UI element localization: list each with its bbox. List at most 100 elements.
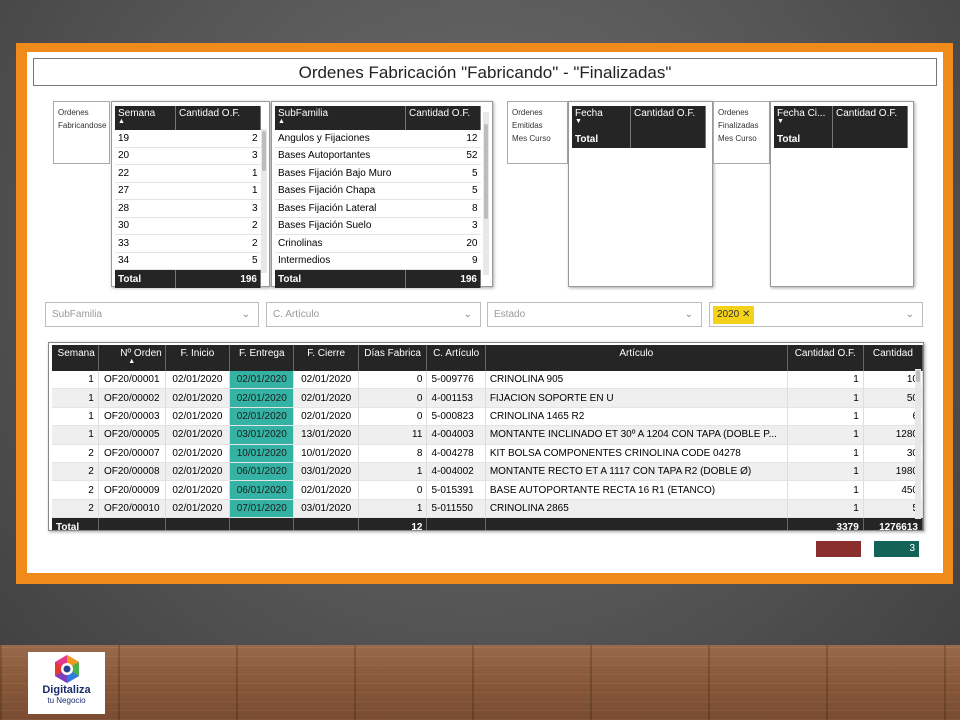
column-header-cantidad-of[interactable]: Cantidad O.F. <box>405 106 481 130</box>
estado-slicer[interactable]: Estado ⌄ <box>487 302 702 327</box>
fecha-entrega-cell: 06/01/2020 <box>229 462 295 482</box>
dias-fabrica-cell: 1 <box>358 462 428 482</box>
table-row[interactable]: Bases Fijación Chapa 5 <box>275 182 481 200</box>
semana-cell: 1 <box>52 371 99 390</box>
articulo-cell: CRINOLINA 1465 R2 <box>485 407 788 427</box>
fecha-cierre-cell: 02/01/2020 <box>293 407 359 427</box>
year-slicer[interactable]: 2020 ✕ ⌄ <box>709 302 923 327</box>
table-row[interactable]: 2 OF20/00010 02/01/2020 07/01/2020 03/01/202… <box>52 499 923 519</box>
table-row[interactable]: Bases Fijación Bajo Muro 5 <box>275 164 481 183</box>
table-row[interactable]: Intermedios 9 <box>275 252 481 270</box>
cantidad-cell: 9 <box>405 252 481 270</box>
total-cantidad: 1276613 <box>863 517 923 530</box>
articulo-cell: MONTANTE RECTO ET A 1117 CON TAPA R2 (DO… <box>485 462 788 482</box>
digitaliza-logo: Digitaliza tu Negocio <box>28 652 105 714</box>
orders-table-scrollbar[interactable] <box>915 369 921 519</box>
column-header-subfamilia[interactable]: SubFamilia ▲ <box>275 106 406 130</box>
codigo-articulo-cell: 5-009776 <box>426 371 486 390</box>
table-row[interactable]: 33 2 <box>115 234 261 253</box>
total-value <box>832 130 908 148</box>
cantidad-of-cell: 1 <box>787 425 864 445</box>
cantidad-cell: 50 <box>863 388 923 408</box>
column-header-codigo-articulo[interactable]: C. Artículo <box>426 345 486 371</box>
column-header-cantidad-of[interactable]: Cantidad O.F. <box>832 106 908 130</box>
wooden-floor-background <box>0 645 960 720</box>
table-row[interactable]: Bases Autoportantes 52 <box>275 147 481 165</box>
total-label: Total <box>275 269 406 288</box>
fecha-cierre-cell: 10/01/2020 <box>293 444 359 463</box>
numero-orden-cell: OF20/00005 <box>98 425 166 445</box>
cantidad-cell: 2 <box>175 234 261 253</box>
subfamilia-cell: Intermedios <box>275 252 406 270</box>
column-header-cantidad[interactable]: Cantidad <box>863 345 923 371</box>
column-header-cantidad-of[interactable]: Cantidad O.F. <box>175 106 261 130</box>
column-header-cantidad-of[interactable]: Cantidad O.F. <box>630 106 706 130</box>
table-row[interactable]: 28 3 <box>115 199 261 218</box>
table-row[interactable]: 2 OF20/00007 02/01/2020 10/01/2020 10/01/202… <box>52 444 923 463</box>
table-row[interactable]: 34 5 <box>115 252 261 270</box>
fecha-entrega-cell: 02/01/2020 <box>229 371 295 390</box>
dias-fabrica-cell: 0 <box>358 371 428 390</box>
articulo-cell: FIJACION SOPORTE EN U <box>485 388 788 408</box>
table-row[interactable]: 2 OF20/00008 02/01/2020 06/01/2020 03/01/202… <box>52 462 923 482</box>
column-header-dias-fabrica[interactable]: Días Fabrica <box>358 345 428 371</box>
subfamilia-cell: Bases Fijación Bajo Muro <box>275 164 406 183</box>
subfamilia-cell: Bases Autoportantes <box>275 147 406 165</box>
column-header-articulo[interactable]: Artículo <box>485 345 788 371</box>
column-header-fecha-inicio[interactable]: F. Inicio <box>165 345 231 371</box>
semana-table-panel: Semana ▲ Cantidad O.F. 19 2 20 3 22 1 27 1 28 3 30 2… <box>111 101 270 288</box>
semana-cell: 34 <box>115 252 176 270</box>
column-header-fecha-entrega[interactable]: F. Entrega <box>229 345 295 371</box>
chevron-down-icon: ⌄ <box>241 309 250 320</box>
table-row[interactable]: 22 1 <box>115 164 261 183</box>
subfamilia-slicer[interactable]: SubFamilia ⌄ <box>45 302 259 327</box>
subfamilia-cell: Crinolinas <box>275 234 406 253</box>
total-label: Total <box>774 130 833 148</box>
year-filter-chip[interactable]: 2020 ✕ <box>713 306 755 324</box>
table-row[interactable]: Angulos y Fijaciones 12 <box>275 130 481 148</box>
subfamilia-scrollbar[interactable] <box>483 112 489 275</box>
dias-fabrica-cell: 0 <box>358 407 428 427</box>
cantidad-cell: 1280 <box>863 425 923 445</box>
column-header-fecha-cierre[interactable]: Fecha Ci... ▼ <box>774 106 833 130</box>
table-row[interactable]: 2 OF20/00009 02/01/2020 06/01/2020 02/01/202… <box>52 480 923 500</box>
codigo-articulo-cell: 5-011550 <box>426 499 486 519</box>
table-row[interactable]: 30 2 <box>115 217 261 235</box>
fecha-entrega-cell: 07/01/2020 <box>229 499 295 519</box>
semana-scrollbar[interactable] <box>261 129 267 273</box>
table-row[interactable]: 1 OF20/00005 02/01/2020 03/01/2020 13/01/202… <box>52 425 923 445</box>
fecha-cierre-cell: 02/01/2020 <box>293 388 359 408</box>
table-row[interactable]: Crinolinas 20 <box>275 234 481 253</box>
semana-cell: 20 <box>115 147 176 165</box>
table-row[interactable]: 1 OF20/00002 02/01/2020 02/01/2020 02/01/202… <box>52 388 923 408</box>
table-row[interactable]: Bases Fijación Suelo 3 <box>275 217 481 235</box>
cantidad-cell: 5 <box>405 164 481 183</box>
cantidad-of-cell: 1 <box>787 388 864 408</box>
emitidas-label: Ordenes Emitidas Mes Curso <box>507 101 568 164</box>
subfamilia-table: SubFamilia ▲ Cantidad O.F. Angulos y Fija… <box>275 106 481 288</box>
green-status-button[interactable]: 3 <box>874 541 919 557</box>
table-row[interactable]: 20 3 <box>115 147 261 165</box>
table-row[interactable]: Bases Fijación Lateral 8 <box>275 199 481 218</box>
table-row[interactable]: 27 1 <box>115 182 261 200</box>
column-header-fecha-cierre[interactable]: F. Cierre <box>293 345 359 371</box>
column-header-fecha[interactable]: Fecha ▼ <box>572 106 631 130</box>
fecha-inicio-cell: 02/01/2020 <box>165 371 231 390</box>
fecha-cierre-cell: 03/01/2020 <box>293 499 359 519</box>
column-header-semana[interactable]: Semana <box>52 345 99 371</box>
table-row[interactable]: 1 OF20/00003 02/01/2020 02/01/2020 02/01/202… <box>52 407 923 427</box>
dias-fabrica-cell: 0 <box>358 388 428 408</box>
red-status-button[interactable] <box>816 541 861 557</box>
numero-orden-cell: OF20/00010 <box>98 499 166 519</box>
cantidad-cell: 2 <box>175 217 261 235</box>
fecha-cierre-cell: 02/01/2020 <box>293 371 359 390</box>
table-row[interactable]: 1 OF20/00001 02/01/2020 02/01/2020 02/01/202… <box>52 371 923 390</box>
column-header-semana[interactable]: Semana ▲ <box>115 106 176 130</box>
cantidad-cell: 1 <box>175 164 261 183</box>
articulo-slicer[interactable]: C. Artículo ⌄ <box>266 302 481 327</box>
column-header-numero-orden[interactable]: Nº Orden ▲ <box>98 345 166 371</box>
table-row[interactable]: 19 2 <box>115 130 261 148</box>
close-icon[interactable]: ✕ <box>742 309 750 320</box>
cantidad-cell: 3 <box>175 147 261 165</box>
column-header-cantidad-of[interactable]: Cantidad O.F. <box>787 345 864 371</box>
